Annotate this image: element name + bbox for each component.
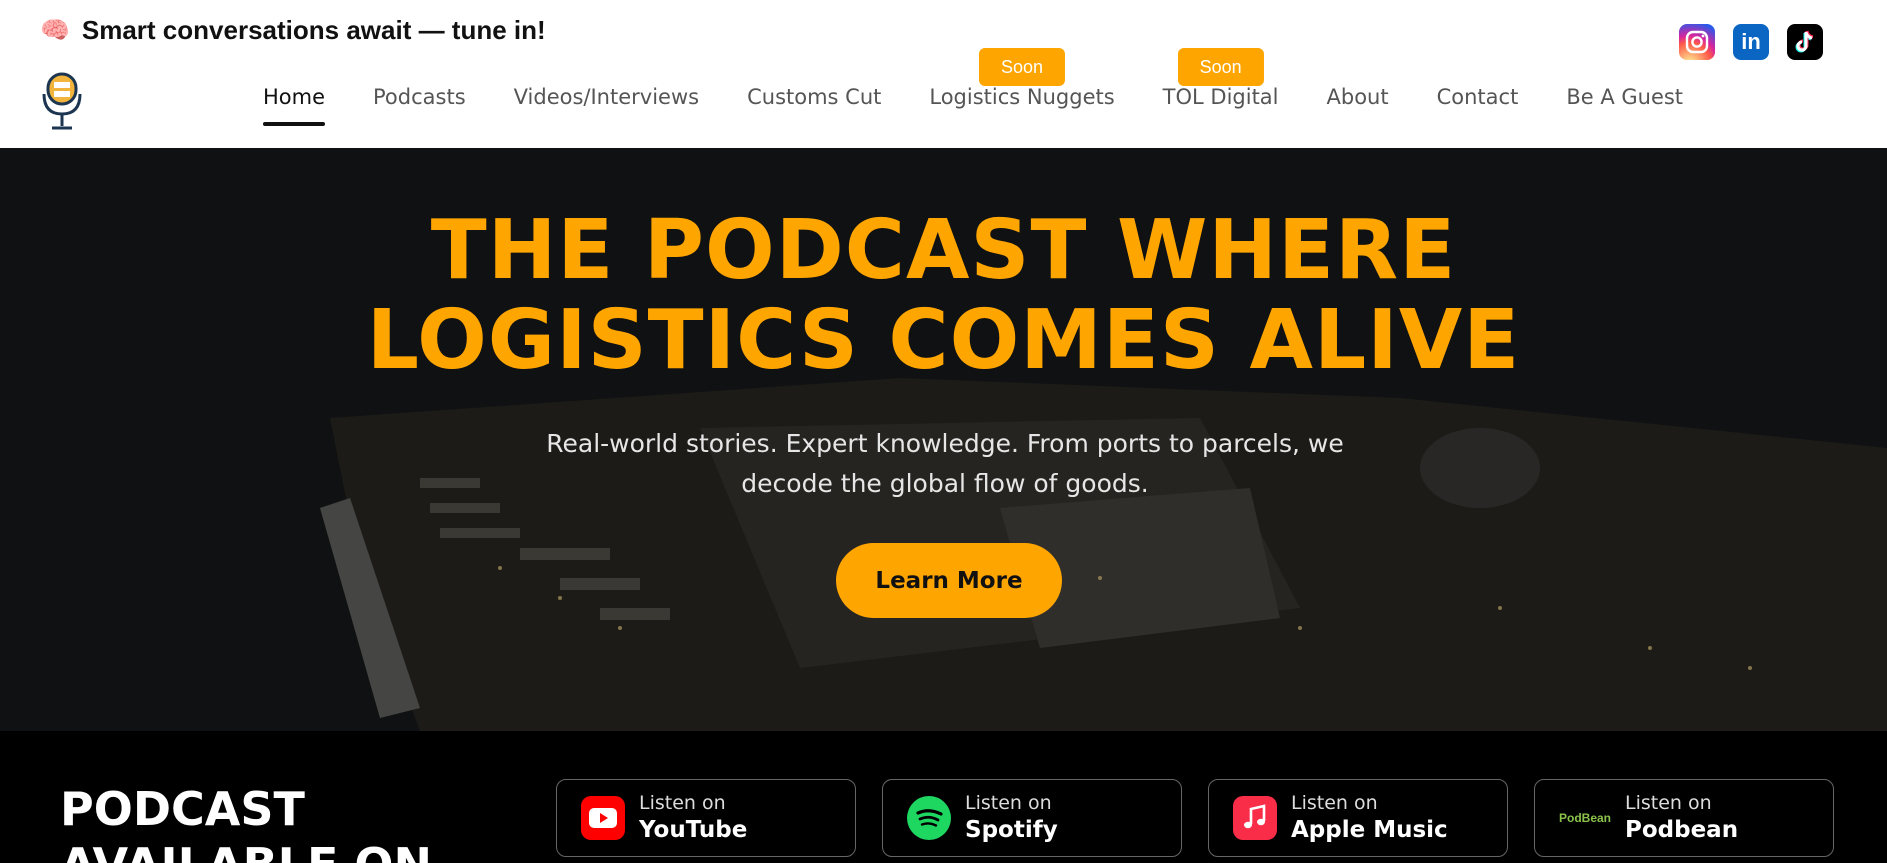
- platform-caption: Listen on: [639, 792, 726, 814]
- youtube-icon: [581, 796, 625, 840]
- apple-music-link[interactable]: Listen on Apple Music: [1208, 779, 1508, 857]
- hero-section: THE PODCAST WHERE LOGISTICS COMES ALIVE …: [0, 148, 1887, 731]
- hero-title: THE PODCAST WHERE LOGISTICS COMES ALIVE: [0, 206, 1887, 386]
- platforms-title: PODCAST AVAILABLE ON: [60, 782, 432, 863]
- platform-name: Spotify: [965, 817, 1058, 843]
- nav-label: About: [1326, 85, 1389, 109]
- nav-about[interactable]: About: [1327, 82, 1389, 112]
- hero-title-line-2: LOGISTICS COMES ALIVE: [366, 293, 1521, 388]
- learn-more-button[interactable]: Learn More: [836, 543, 1062, 618]
- site-header: 🧠 Smart conversations await — tune in! H…: [0, 0, 1887, 148]
- nav-contact[interactable]: Contact: [1437, 82, 1519, 112]
- nav-label: Podcasts: [373, 85, 466, 109]
- nav-label: Videos/Interviews: [513, 85, 700, 109]
- linkedin-icon[interactable]: in: [1733, 24, 1769, 60]
- nav-label: TOL Digital: [1162, 85, 1279, 109]
- nav-label: Be A Guest: [1566, 85, 1684, 109]
- nav-label: Logistics Nuggets: [929, 85, 1115, 109]
- nav-home[interactable]: Home: [263, 82, 326, 126]
- nav-be-a-guest[interactable]: Be A Guest: [1566, 82, 1683, 112]
- nav-logistics-nuggets[interactable]: Soon Logistics Nuggets: [929, 48, 1115, 112]
- spotify-icon: [907, 796, 951, 840]
- site-logo[interactable]: [40, 70, 84, 134]
- nav-label: Contact: [1436, 85, 1519, 109]
- nav-label: Customs Cut: [747, 85, 882, 109]
- hero-subtitle: Real-world stories. Expert knowledge. Fr…: [546, 429, 1344, 498]
- hero-title-line-1: THE PODCAST WHERE: [430, 203, 1457, 298]
- youtube-link[interactable]: Listen on YouTube: [556, 779, 856, 857]
- nav-videos-interviews[interactable]: Videos/Interviews: [514, 82, 699, 112]
- apple-music-icon: [1233, 796, 1277, 840]
- nav-tol-digital[interactable]: Soon TOL Digital: [1162, 48, 1279, 112]
- podbean-icon: PodBean: [1559, 796, 1611, 840]
- soon-badge: Soon: [978, 48, 1066, 86]
- platform-name: YouTube: [639, 817, 748, 843]
- platform-caption: Listen on: [1291, 792, 1378, 814]
- main-nav: Home Podcasts Videos/Interviews Customs …: [263, 48, 1731, 126]
- platforms-section: PODCAST AVAILABLE ON Listen on YouTube L…: [0, 731, 1887, 863]
- nav-label: Home: [263, 85, 326, 109]
- soon-badge: Soon: [1177, 48, 1264, 86]
- tagline-text: Smart conversations await — tune in!: [81, 15, 546, 45]
- platform-name: Podbean: [1625, 817, 1739, 843]
- nav-podcasts[interactable]: Podcasts: [373, 82, 466, 112]
- tiktok-icon[interactable]: [1787, 24, 1823, 60]
- spotify-link[interactable]: Listen on Spotify: [882, 779, 1182, 857]
- podbean-link[interactable]: PodBean Listen on Podbean: [1534, 779, 1834, 857]
- brain-icon: 🧠: [40, 16, 70, 44]
- platform-caption: Listen on: [965, 792, 1052, 814]
- social-links: in: [1679, 24, 1823, 60]
- platform-caption: Listen on: [1625, 792, 1712, 814]
- tagline: 🧠 Smart conversations await — tune in!: [40, 14, 546, 46]
- podbean-logo-text: PodBean: [1559, 811, 1612, 825]
- nav-customs-cut[interactable]: Customs Cut: [747, 82, 881, 112]
- platform-name: Apple Music: [1291, 817, 1448, 843]
- instagram-icon[interactable]: [1679, 24, 1715, 60]
